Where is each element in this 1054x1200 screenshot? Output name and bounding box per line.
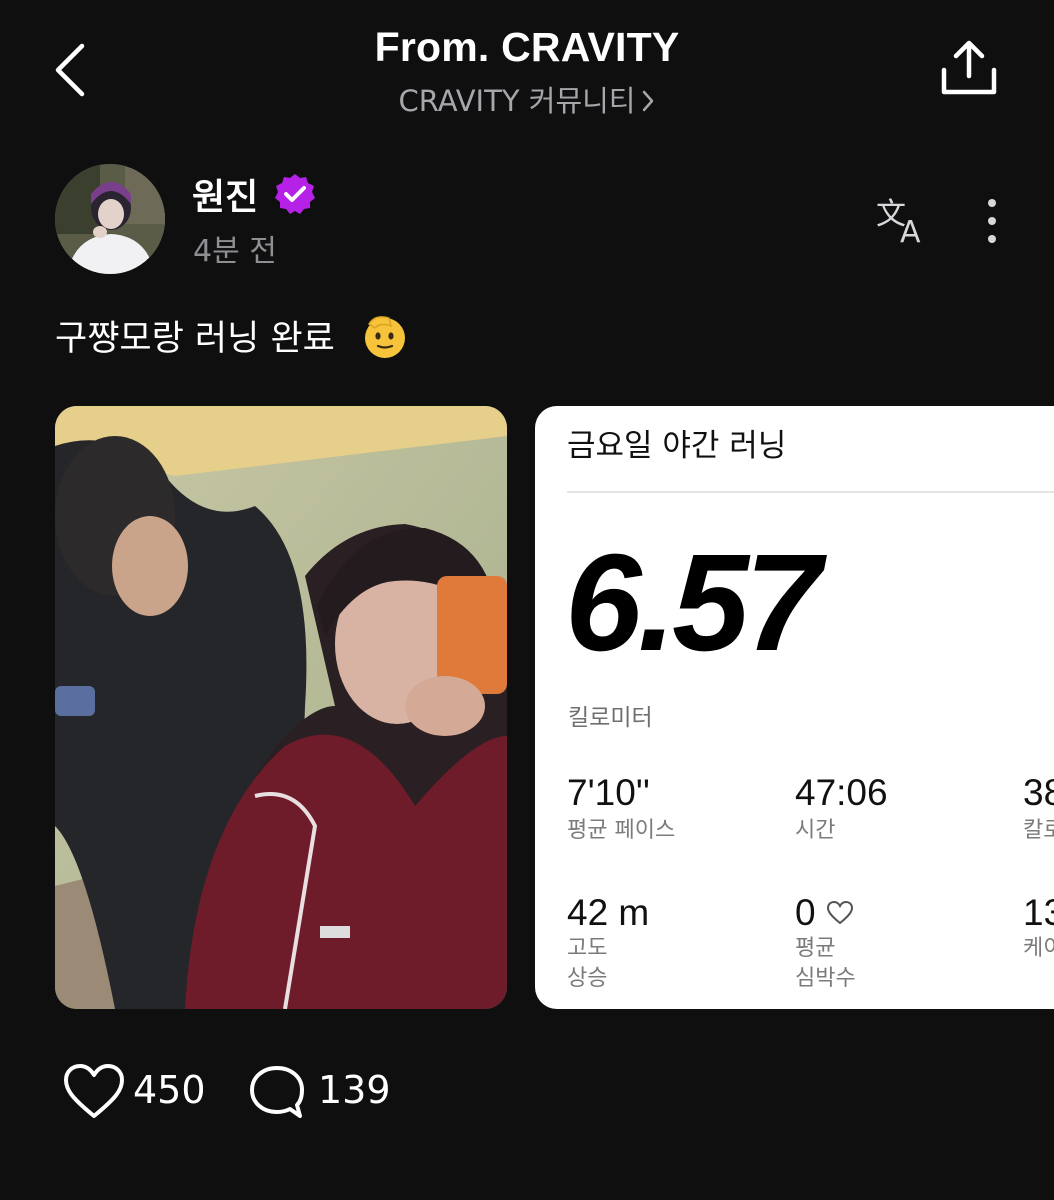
stat-calories-value: 38 — [1023, 772, 1054, 813]
translate-icon: 文 A — [876, 197, 921, 250]
like-count: 450 — [133, 1068, 206, 1112]
post-time: 4분 전 — [193, 234, 277, 269]
stat-time-label: 시간 — [795, 818, 836, 843]
stat-elevation-value: 42 m — [567, 892, 650, 933]
stat-heartrate-value: 0 — [795, 892, 816, 933]
page-title: From. CRAVITY — [374, 24, 680, 70]
more-vertical-icon — [988, 199, 996, 243]
avatar[interactable] — [55, 164, 165, 274]
comment-bubble-icon — [250, 1066, 304, 1118]
run-distance: 6.57 — [565, 526, 822, 680]
comment-button[interactable] — [248, 1064, 306, 1122]
translate-button[interactable]: 文 A — [874, 194, 934, 250]
stat-calories-label: 칼로 — [1023, 818, 1054, 843]
post-text: 구쨩모랑 러닝 완료 — [55, 319, 335, 359]
distance-unit: 킬로미터 — [568, 705, 653, 731]
more-options-button[interactable] — [976, 196, 1008, 246]
saluting-face-emoji — [365, 316, 405, 358]
stat-time-value: 47:06 — [795, 772, 888, 813]
post-photo[interactable] — [55, 406, 507, 1009]
community-name: CRAVITY 커뮤니티 — [398, 84, 636, 118]
divider — [567, 491, 1054, 493]
running-summary-card[interactable]: 금요일 야간 러닝 6.57 킬로미터 7'10'' 평균 페이스 47:06 … — [535, 406, 1054, 1009]
stat-pace-value: 7'10'' — [567, 772, 650, 813]
heart-icon — [64, 1064, 124, 1118]
stat-heartrate-label-1: 평균 — [795, 936, 836, 961]
author-name[interactable]: 원진 — [192, 168, 258, 220]
stat-elevation-label-1: 고도 — [567, 936, 608, 961]
stat-heartrate-label-2: 심박수 — [795, 966, 856, 991]
share-button[interactable] — [936, 36, 1002, 102]
stat-cadence-label: 케이 — [1023, 936, 1054, 961]
stat-elevation-label-2: 상승 — [567, 966, 608, 991]
run-title: 금요일 야간 러닝 — [567, 428, 787, 464]
share-upload-icon — [941, 40, 997, 95]
heart-outline-icon — [826, 900, 854, 925]
chevron-right-icon — [641, 86, 655, 120]
community-link[interactable]: CRAVITY 커뮤니티 — [0, 78, 1054, 120]
stat-pace-label: 평균 페이스 — [567, 818, 676, 843]
svg-text:A: A — [900, 215, 921, 246]
post-detail-page: From. CRAVITY CRAVITY 커뮤니티 원진 4분 전 文 A 구… — [0, 0, 1054, 1200]
like-button[interactable] — [62, 1062, 126, 1122]
verified-badge-icon — [275, 174, 315, 214]
stat-cadence-value: 13 — [1023, 892, 1054, 933]
comment-count: 139 — [318, 1068, 391, 1112]
